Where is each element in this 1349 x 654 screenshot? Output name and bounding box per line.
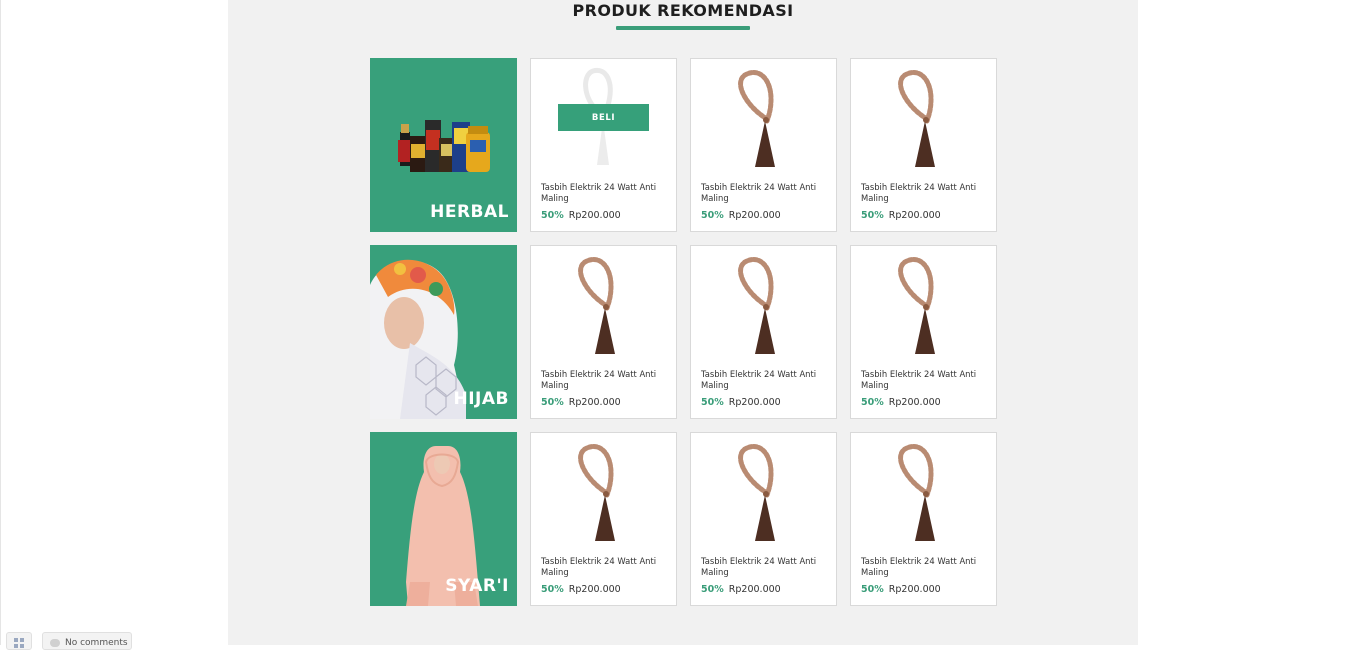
banner-label: HERBAL — [430, 202, 509, 222]
comments-label: No comments — [65, 638, 128, 648]
product-title[interactable]: Tasbih Elektrik 24 Watt Anti Maling — [701, 556, 829, 578]
page-border — [0, 0, 1, 645]
price-value: Rp200.000 — [568, 210, 621, 221]
product-card[interactable]: Tasbih Elektrik 24 Watt Anti Maling 50% … — [690, 432, 837, 606]
buy-button[interactable]: BELI — [558, 104, 649, 131]
product-title[interactable]: Tasbih Elektrik 24 Watt Anti Maling — [701, 182, 829, 204]
price-value: Rp200.000 — [728, 210, 781, 221]
prayer-beads-image — [898, 70, 935, 167]
product-title[interactable]: Tasbih Elektrik 24 Watt Anti Maling — [861, 182, 989, 204]
product-image — [691, 246, 836, 364]
product-title[interactable]: Tasbih Elektrik 24 Watt Anti Maling — [701, 369, 829, 391]
price-value: Rp200.000 — [888, 210, 941, 221]
section-title: PRODUK REKOMENDASI — [572, 1, 794, 20]
product-title[interactable]: Tasbih Elektrik 24 Watt Anti Maling — [541, 369, 669, 391]
price-value: Rp200.000 — [888, 397, 941, 408]
product-price: 50% Rp200.000 — [541, 397, 621, 408]
discount-badge: 50% — [701, 397, 724, 408]
product-image: BELI — [531, 59, 676, 177]
discount-badge: 50% — [861, 584, 884, 595]
discount-badge: 50% — [701, 584, 724, 595]
product-price: 50% Rp200.000 — [701, 584, 781, 595]
discount-badge: 50% — [701, 210, 724, 221]
discount-badge: 50% — [861, 397, 884, 408]
product-card[interactable]: Tasbih Elektrik 24 Watt Anti Maling 50% … — [850, 432, 997, 606]
comment-icon — [50, 639, 60, 647]
product-price: 50% Rp200.000 — [701, 210, 781, 221]
product-image — [691, 59, 836, 177]
product-card[interactable]: Tasbih Elektrik 24 Watt Anti Maling 50% … — [850, 245, 997, 419]
product-image — [851, 433, 996, 551]
discount-badge: 50% — [541, 584, 564, 595]
product-price: 50% Rp200.000 — [861, 397, 941, 408]
prayer-beads-image — [578, 444, 615, 541]
title-underline — [616, 26, 750, 30]
grid-view-button[interactable] — [6, 632, 32, 650]
product-title[interactable]: Tasbih Elektrik 24 Watt Anti Maling — [861, 556, 989, 578]
product-card[interactable]: Tasbih Elektrik 24 Watt Anti Maling 50% … — [850, 58, 997, 232]
product-image — [531, 246, 676, 364]
discount-badge: 50% — [861, 210, 884, 221]
product-price: 50% Rp200.000 — [541, 584, 621, 595]
product-title[interactable]: Tasbih Elektrik 24 Watt Anti Maling — [861, 369, 989, 391]
product-price: 50% Rp200.000 — [861, 210, 941, 221]
product-image — [531, 433, 676, 551]
price-value: Rp200.000 — [568, 397, 621, 408]
price-value: Rp200.000 — [728, 397, 781, 408]
price-value: Rp200.000 — [568, 584, 621, 595]
content-area — [228, 0, 1138, 645]
product-card[interactable]: Tasbih Elektrik 24 Watt Anti Maling 50% … — [690, 58, 837, 232]
product-card[interactable]: Tasbih Elektrik 24 Watt Anti Maling 50% … — [530, 432, 677, 606]
product-card[interactable]: BELI Tasbih Elektrik 24 Watt Anti Maling… — [530, 58, 677, 232]
category-banner-syari[interactable]: SYAR'I — [370, 432, 517, 606]
prayer-beads-image — [738, 444, 775, 541]
product-price: 50% Rp200.000 — [701, 397, 781, 408]
prayer-beads-image — [898, 444, 935, 541]
price-value: Rp200.000 — [728, 584, 781, 595]
prayer-beads-image — [738, 70, 775, 167]
discount-badge: 50% — [541, 397, 564, 408]
category-banner-herbal[interactable]: HERBAL — [370, 58, 517, 232]
product-title[interactable]: Tasbih Elektrik 24 Watt Anti Maling — [541, 182, 669, 204]
prayer-beads-image — [898, 257, 935, 354]
prayer-beads-image — [738, 257, 775, 354]
product-card[interactable]: Tasbih Elektrik 24 Watt Anti Maling 50% … — [690, 245, 837, 419]
grid-icon — [14, 638, 24, 648]
product-price: 50% Rp200.000 — [541, 210, 621, 221]
banner-label: SYAR'I — [445, 576, 509, 596]
price-value: Rp200.000 — [888, 584, 941, 595]
prayer-beads-image — [578, 257, 615, 354]
banner-label: HIJAB — [453, 389, 509, 409]
product-image — [851, 59, 996, 177]
product-image — [691, 433, 836, 551]
discount-badge: 50% — [541, 210, 564, 221]
product-image — [851, 246, 996, 364]
category-banner-hijab[interactable]: HIJAB — [370, 245, 517, 419]
comments-button[interactable]: No comments — [42, 632, 132, 650]
product-price: 50% Rp200.000 — [861, 584, 941, 595]
product-title[interactable]: Tasbih Elektrik 24 Watt Anti Maling — [541, 556, 669, 578]
product-card[interactable]: Tasbih Elektrik 24 Watt Anti Maling 50% … — [530, 245, 677, 419]
